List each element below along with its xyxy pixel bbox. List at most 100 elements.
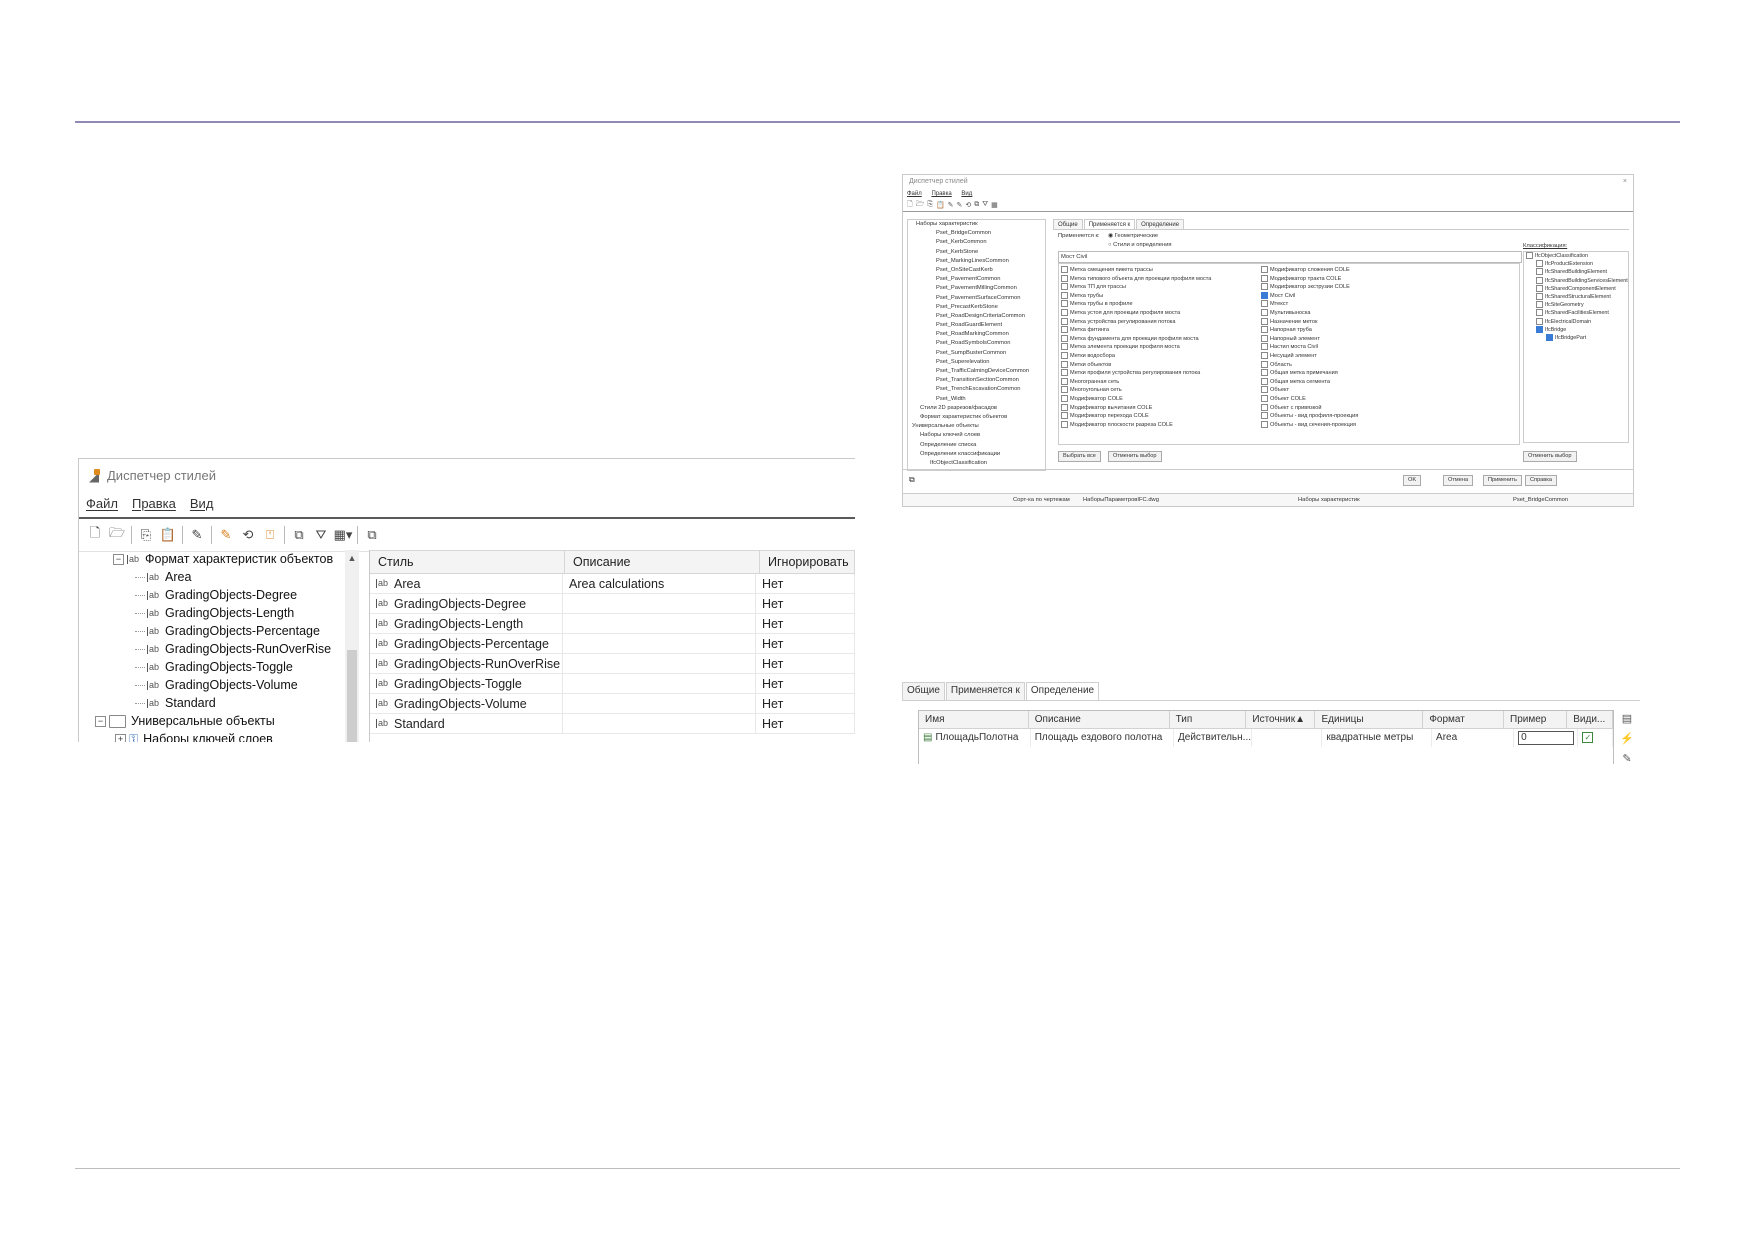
table-row[interactable]: ab GradingObjects-Length Нет bbox=[370, 614, 855, 634]
open-icon[interactable]: 🗁 bbox=[916, 200, 925, 211]
table-row[interactable]: ab GradingObjects-Volume Нет bbox=[370, 694, 855, 714]
update-standards-icon[interactable]: ⍞ bbox=[262, 527, 278, 543]
apply-button[interactable]: Применить bbox=[1483, 475, 1522, 486]
list-item[interactable]: Общая метка сегмента bbox=[1261, 377, 1481, 387]
list-item[interactable]: Модификатор сложения COLE bbox=[1261, 266, 1481, 275]
tree-item[interactable]: Pset_PavementSurfaceCommon bbox=[908, 294, 1045, 303]
expand-icon[interactable]: + bbox=[115, 733, 126, 742]
list-item[interactable]: Метка устройства регулирования потока bbox=[1061, 317, 1281, 327]
tree-item[interactable]: ab GradingObjects-Toggle bbox=[79, 658, 347, 676]
radio-geometric[interactable]: ◉ Геометрические bbox=[1108, 233, 1158, 239]
classification-item[interactable]: IfcObjectClassification bbox=[1524, 252, 1628, 260]
item-checkbox[interactable] bbox=[1261, 394, 1268, 402]
tree-item[interactable]: Pset_RoadMarkingCommon bbox=[908, 330, 1045, 339]
list-item[interactable]: Несущий элемент bbox=[1261, 351, 1481, 361]
edit-property-icon[interactable]: ✎ bbox=[1618, 750, 1636, 765]
add-auto-property-icon[interactable]: ⚡ bbox=[1618, 730, 1636, 746]
tree-item[interactable]: Pset_RoadDesignCriteriaCommon bbox=[908, 312, 1045, 321]
select-all-button[interactable]: Выбрать все bbox=[1058, 451, 1101, 462]
paste-icon[interactable]: 📋 bbox=[160, 527, 176, 543]
tree-item[interactable]: Pset_TransitionSectionCommon bbox=[908, 376, 1045, 385]
scroll-thumb[interactable] bbox=[347, 650, 357, 742]
table-row[interactable]: ab GradingObjects-Percentage Нет bbox=[370, 634, 855, 654]
edit-icon[interactable]: ✎ bbox=[948, 201, 954, 209]
tab-applies-to[interactable]: Применяется к bbox=[945, 682, 1025, 700]
table-row[interactable]: ab Area Area calculations Нет bbox=[370, 574, 855, 594]
item-checkbox[interactable] bbox=[1061, 300, 1068, 308]
sync-icon[interactable]: ⟲ bbox=[965, 201, 971, 209]
list-item[interactable]: Метка типового объекта для проекции проф… bbox=[1061, 274, 1281, 284]
list-item[interactable]: Метка элемента проекции профиля моста bbox=[1061, 343, 1281, 352]
item-checkbox[interactable] bbox=[1261, 291, 1268, 299]
tree-item[interactable]: Pset_KerbStone bbox=[908, 248, 1045, 257]
item-checkbox[interactable] bbox=[1261, 326, 1268, 334]
list-item[interactable]: Общая метка примечания bbox=[1261, 369, 1481, 378]
item-checkbox[interactable] bbox=[1061, 326, 1068, 334]
tree-item[interactable]: Pset_PrecastKerbStone bbox=[908, 303, 1045, 312]
list-item[interactable]: Метка ТП для трассы bbox=[1061, 283, 1281, 292]
item-checkbox[interactable] bbox=[1061, 266, 1068, 274]
item-checkbox[interactable] bbox=[1261, 377, 1268, 385]
close-icon[interactable]: × bbox=[1623, 175, 1627, 189]
tree-item-layer-keys[interactable]: + ⚿ Наборы ключей слоев bbox=[79, 730, 347, 742]
sort-icon[interactable]: ⧉ bbox=[291, 527, 307, 543]
item-checkbox[interactable] bbox=[1261, 308, 1268, 316]
list-item[interactable]: Метка трубы bbox=[1061, 291, 1281, 301]
filter-icon[interactable]: ⛛ bbox=[982, 201, 988, 209]
tree-item[interactable]: ab Area bbox=[79, 568, 347, 586]
item-checkbox[interactable] bbox=[1061, 308, 1068, 316]
tab-definition[interactable]: Определение bbox=[1025, 682, 1100, 700]
list-item[interactable]: Многоугольная сеть bbox=[1061, 386, 1281, 395]
filter-icon[interactable]: ⛛ bbox=[313, 527, 329, 543]
table-row[interactable]: ab GradingObjects-RunOverRise Нет bbox=[370, 654, 855, 674]
classification-checkbox[interactable] bbox=[1536, 284, 1543, 292]
view-options-icon[interactable]: ▦▾ bbox=[334, 527, 353, 543]
classification-item[interactable]: IfcSharedBuildingServicesElement bbox=[1524, 276, 1628, 285]
tree-item[interactable]: Pset_SumpBusterCommon bbox=[908, 349, 1045, 358]
list-item[interactable]: Метка фундамента для проекции профиля мо… bbox=[1061, 334, 1281, 344]
column-header-example[interactable]: Пример bbox=[1504, 711, 1568, 729]
classification-item[interactable]: IfcElectricalDomain bbox=[1524, 317, 1628, 326]
tree-item[interactable]: Универсальные объекты bbox=[908, 422, 1045, 431]
visible-checkbox[interactable]: ✓ bbox=[1582, 732, 1594, 743]
item-checkbox[interactable] bbox=[1061, 394, 1068, 402]
classification-checkbox[interactable] bbox=[1536, 309, 1543, 317]
tree-item[interactable]: Pset_TrenchExcavationCommon bbox=[908, 385, 1045, 394]
add-property-icon[interactable]: ▤ bbox=[1618, 710, 1636, 726]
tree-item[interactable]: Pset_Superelevation bbox=[908, 358, 1045, 367]
tab-general[interactable]: Общие bbox=[1053, 219, 1083, 229]
item-checkbox[interactable] bbox=[1261, 317, 1268, 325]
column-header-description[interactable]: Описание bbox=[1028, 711, 1170, 729]
list-item[interactable]: Область bbox=[1261, 360, 1481, 370]
table-row[interactable]: ab GradingObjects-Toggle Нет bbox=[370, 674, 855, 694]
item-checkbox[interactable] bbox=[1261, 334, 1268, 342]
item-checkbox[interactable] bbox=[1061, 369, 1068, 377]
item-checkbox[interactable] bbox=[1261, 412, 1268, 420]
tree-item[interactable]: Pset_RoadGuardElement bbox=[908, 321, 1045, 330]
list-item[interactable]: Объект bbox=[1261, 386, 1481, 395]
example-input[interactable]: 0 bbox=[1518, 731, 1575, 745]
tree-item-format-objects[interactable]: − ab Формат характеристик объектов bbox=[79, 550, 347, 568]
tab-applies-to[interactable]: Применяется к bbox=[1083, 219, 1136, 229]
item-checkbox[interactable] bbox=[1061, 291, 1068, 299]
tree-item[interactable]: Pset_KerbCommon bbox=[908, 238, 1045, 247]
tree-item[interactable]: Pset_Width bbox=[908, 395, 1045, 404]
ok-button[interactable]: OK bbox=[1403, 475, 1422, 486]
tree-item[interactable]: Определения классификации bbox=[908, 450, 1045, 459]
item-checkbox[interactable] bbox=[1061, 377, 1068, 385]
toggle-view-icon[interactable]: ⧉ bbox=[364, 527, 380, 543]
tree-item[interactable]: ab GradingObjects-Length bbox=[79, 604, 347, 622]
tree-item[interactable]: Pset_BridgeCommon bbox=[908, 229, 1045, 238]
classification-item[interactable]: IfcSharedComponentElement bbox=[1524, 284, 1628, 293]
item-checkbox[interactable] bbox=[1261, 369, 1268, 377]
item-checkbox[interactable] bbox=[1261, 420, 1268, 428]
table-row[interactable]: ▤ ПлощадьПолотна Площадь ездового полотна… bbox=[919, 729, 1614, 747]
column-header-ignore[interactable]: Игнорировать bbox=[760, 551, 855, 573]
classification-checkbox[interactable] bbox=[1536, 276, 1543, 284]
tree-item[interactable]: Формат характеристик объектов bbox=[908, 413, 1045, 422]
list-item[interactable]: Модификатор COLE bbox=[1061, 394, 1281, 404]
menu-edit[interactable]: Правка bbox=[931, 191, 951, 197]
tree-item[interactable]: Наборы характеристик bbox=[908, 220, 1045, 229]
list-item[interactable]: Напорный элемент bbox=[1261, 334, 1481, 344]
column-header-description[interactable]: Описание bbox=[565, 551, 760, 573]
